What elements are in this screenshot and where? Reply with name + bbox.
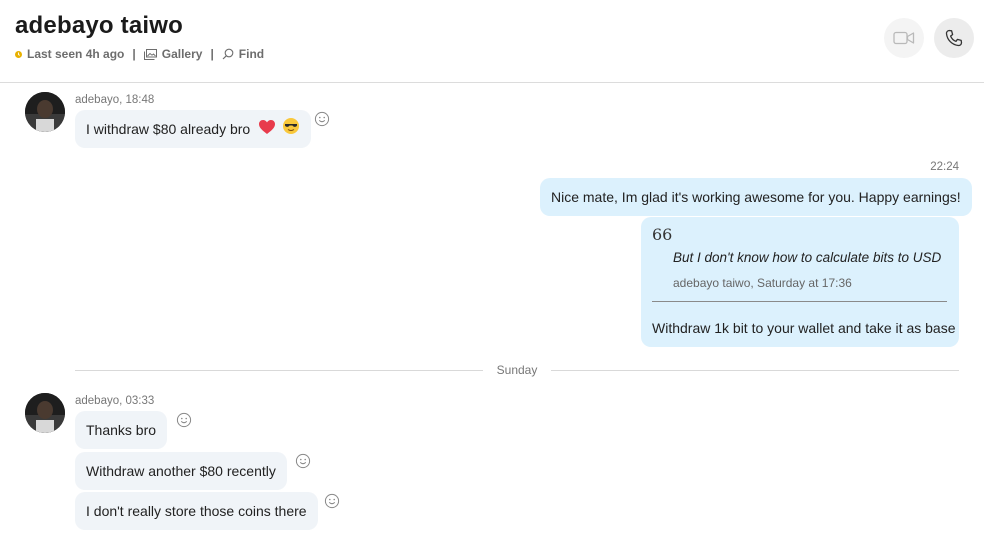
avatar[interactable] [25,393,65,433]
smiley-react-icon[interactable] [176,412,192,428]
message-meta: adebayo, 03:33 [75,395,155,407]
message-bubble[interactable]: Nice mate, Im glad it's working awesome … [540,178,972,216]
smiley-react-icon[interactable] [324,493,340,509]
last-seen-text: Last seen 4h ago [27,47,125,61]
quoted-text: But I don't know how to calculate bits t… [673,250,942,265]
message-text: I don't really store those coins there [86,503,307,519]
avatar[interactable] [25,92,65,132]
audio-call-button[interactable] [934,18,974,58]
contact-name[interactable]: adebayo taiwo [15,12,183,40]
message-bubble[interactable]: I withdraw $80 already bro [75,110,311,148]
sunglasses-emoji-icon [282,111,300,149]
quote-divider [652,301,947,302]
message-bubble[interactable]: I don't really store those coins there [75,492,318,530]
quoted-reply-bubble[interactable]: 66 But I don't know how to calculate bit… [641,217,959,347]
status-dot-icon [15,50,22,58]
quoted-meta: adebayo taiwo, Saturday at 17:36 [673,276,852,290]
message-text: Thanks bro [86,422,157,438]
video-call-button[interactable] [884,18,924,58]
message-text: Nice mate, Im glad it's working awesome … [551,189,961,205]
message-bubble[interactable]: Thanks bro [75,411,168,449]
search-icon[interactable] [222,48,234,60]
gallery-link[interactable]: Gallery [162,47,203,61]
phone-icon [945,29,963,47]
video-call-icon [893,31,915,45]
quote-icon: 66 [652,225,673,244]
smiley-react-icon[interactable] [295,453,311,469]
message-text: Withdraw 1k bit to your wallet and take … [652,320,956,336]
divider-line [551,370,959,371]
gallery-icon[interactable] [143,48,157,60]
message-text: Withdraw another $80 recently [86,463,276,479]
separator: | [210,47,214,61]
separator: | [132,47,136,61]
chat-header: adebayo taiwo Last seen 4h ago | Gallery… [0,0,984,83]
smiley-react-icon[interactable] [314,111,330,127]
message-bubble[interactable]: Withdraw another $80 recently [75,452,287,490]
heart-emoji-icon [258,111,276,149]
message-time: 22:24 [930,161,959,173]
header-subbar: Last seen 4h ago | Gallery | Find [15,47,264,61]
day-divider: Sunday [496,363,538,377]
message-meta: adebayo, 18:48 [75,94,155,106]
message-text: I withdraw $80 already bro [86,121,251,137]
divider-line [75,370,483,371]
find-link[interactable]: Find [239,47,264,61]
